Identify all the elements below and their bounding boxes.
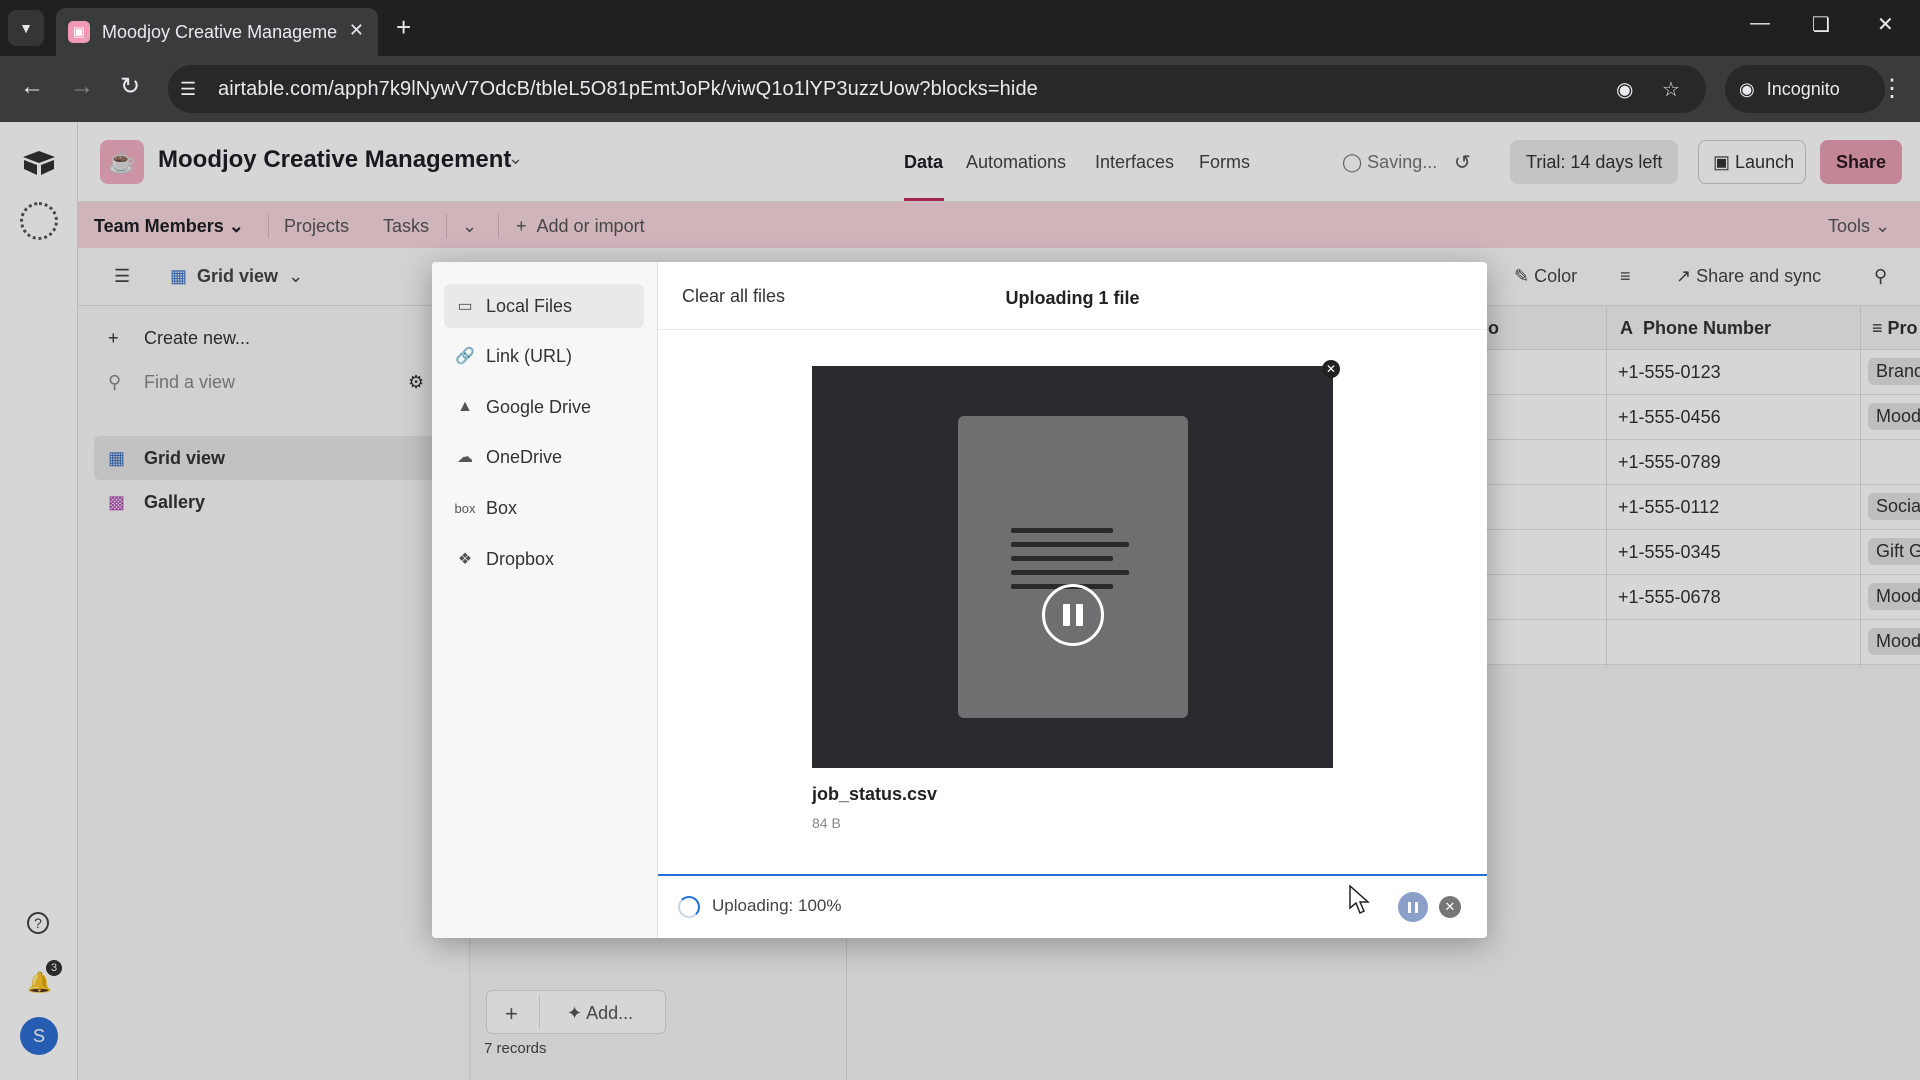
source-label: Dropbox (486, 548, 555, 569)
source-label: OneDrive (486, 446, 563, 467)
source-dropbox[interactable]: ❖ Dropbox (444, 537, 644, 581)
clear-all-files-button[interactable]: Clear all files (682, 286, 785, 307)
dropbox-icon: ❖ (457, 551, 473, 568)
text-line (1011, 556, 1113, 561)
text-line (1011, 570, 1129, 575)
pause-preview-icon[interactable] (1042, 584, 1104, 646)
source-link-url[interactable]: 🔗 Link (URL) (444, 334, 644, 378)
mouse-cursor-icon (1349, 884, 1370, 915)
bookmark-star-icon[interactable]: ☆ (1662, 77, 1680, 102)
text-line (1011, 542, 1129, 547)
onedrive-cloud-icon: ☁ (457, 449, 473, 466)
text-line (1011, 528, 1113, 533)
tab-title: Moodjoy Creative Management (102, 21, 338, 42)
box-icon: box (454, 500, 476, 516)
source-label: Box (486, 497, 518, 518)
reload-icon[interactable]: ↻ (120, 74, 140, 100)
browser-tab[interactable]: ▣ Moodjoy Creative Management ✕ (56, 8, 378, 56)
source-onedrive[interactable]: ☁ OneDrive (444, 435, 644, 479)
source-label: Link (URL) (486, 345, 573, 366)
source-box[interactable]: box Box (444, 486, 644, 530)
minimize-icon[interactable]: — (1750, 12, 1770, 35)
source-label: Local Files (486, 295, 573, 316)
restore-icon[interactable]: ❏ (1812, 12, 1830, 37)
forward-icon[interactable]: → (70, 74, 94, 100)
upload-source-list: ▭ Local Files 🔗 Link (URL) ▲ Google Driv… (432, 262, 658, 938)
browser-toolbar: ← → ↻ ☰ airtable.com/apph7k9lNywV7OdcB/t… (0, 56, 1920, 122)
site-info-icon[interactable]: ☰ (180, 79, 208, 100)
address-bar[interactable]: ☰ airtable.com/apph7k9lNywV7OdcB/tbleL5O… (168, 65, 1706, 113)
upload-header: Uploading 1 file Clear all files (658, 262, 1487, 330)
file-upload-modal: ▭ Local Files 🔗 Link (URL) ▲ Google Driv… (432, 262, 1487, 938)
file-name: job_status.csv (812, 784, 938, 804)
back-icon[interactable]: ← (20, 74, 44, 100)
file-size: 84 B (812, 815, 841, 831)
source-label: Google Drive (486, 396, 592, 417)
cancel-upload-button[interactable]: ✕ (1439, 896, 1461, 918)
incognito-label: Incognito (1766, 78, 1840, 99)
url-text: airtable.com/apph7k9lNywV7OdcB/tbleL5O81… (218, 77, 1038, 100)
google-drive-icon: ▲ (457, 398, 473, 415)
eye-off-icon[interactable]: ◉ (1616, 77, 1633, 102)
link-icon: 🔗 (455, 348, 475, 365)
incognito-icon: ◉ (1739, 78, 1755, 99)
upload-status-text: Uploading: 100% (712, 896, 842, 915)
tab-close-icon[interactable]: ✕ (349, 20, 364, 41)
new-tab-icon[interactable]: + (396, 12, 411, 42)
browser-menu-icon[interactable]: ⋮ (1880, 74, 1904, 103)
pause-upload-button[interactable] (1398, 892, 1428, 922)
airtable-favicon-icon: ▣ (68, 21, 90, 43)
incognito-indicator[interactable]: ◉ Incognito (1725, 65, 1885, 113)
source-google-drive[interactable]: ▲ Google Drive (444, 385, 644, 429)
upload-spinner-icon (678, 896, 700, 918)
remove-file-icon[interactable]: ✕ (1322, 360, 1340, 378)
source-local-files[interactable]: ▭ Local Files (444, 284, 644, 328)
laptop-icon: ▭ (457, 298, 473, 315)
tab-list-icon[interactable]: ▼ (8, 10, 44, 46)
file-preview (812, 366, 1333, 768)
browser-tabbar: ▼ ▣ Moodjoy Creative Management ✕ + — ❏ … (0, 0, 1920, 56)
file-thumbnail (958, 416, 1188, 718)
close-window-icon[interactable]: ✕ (1877, 12, 1894, 37)
